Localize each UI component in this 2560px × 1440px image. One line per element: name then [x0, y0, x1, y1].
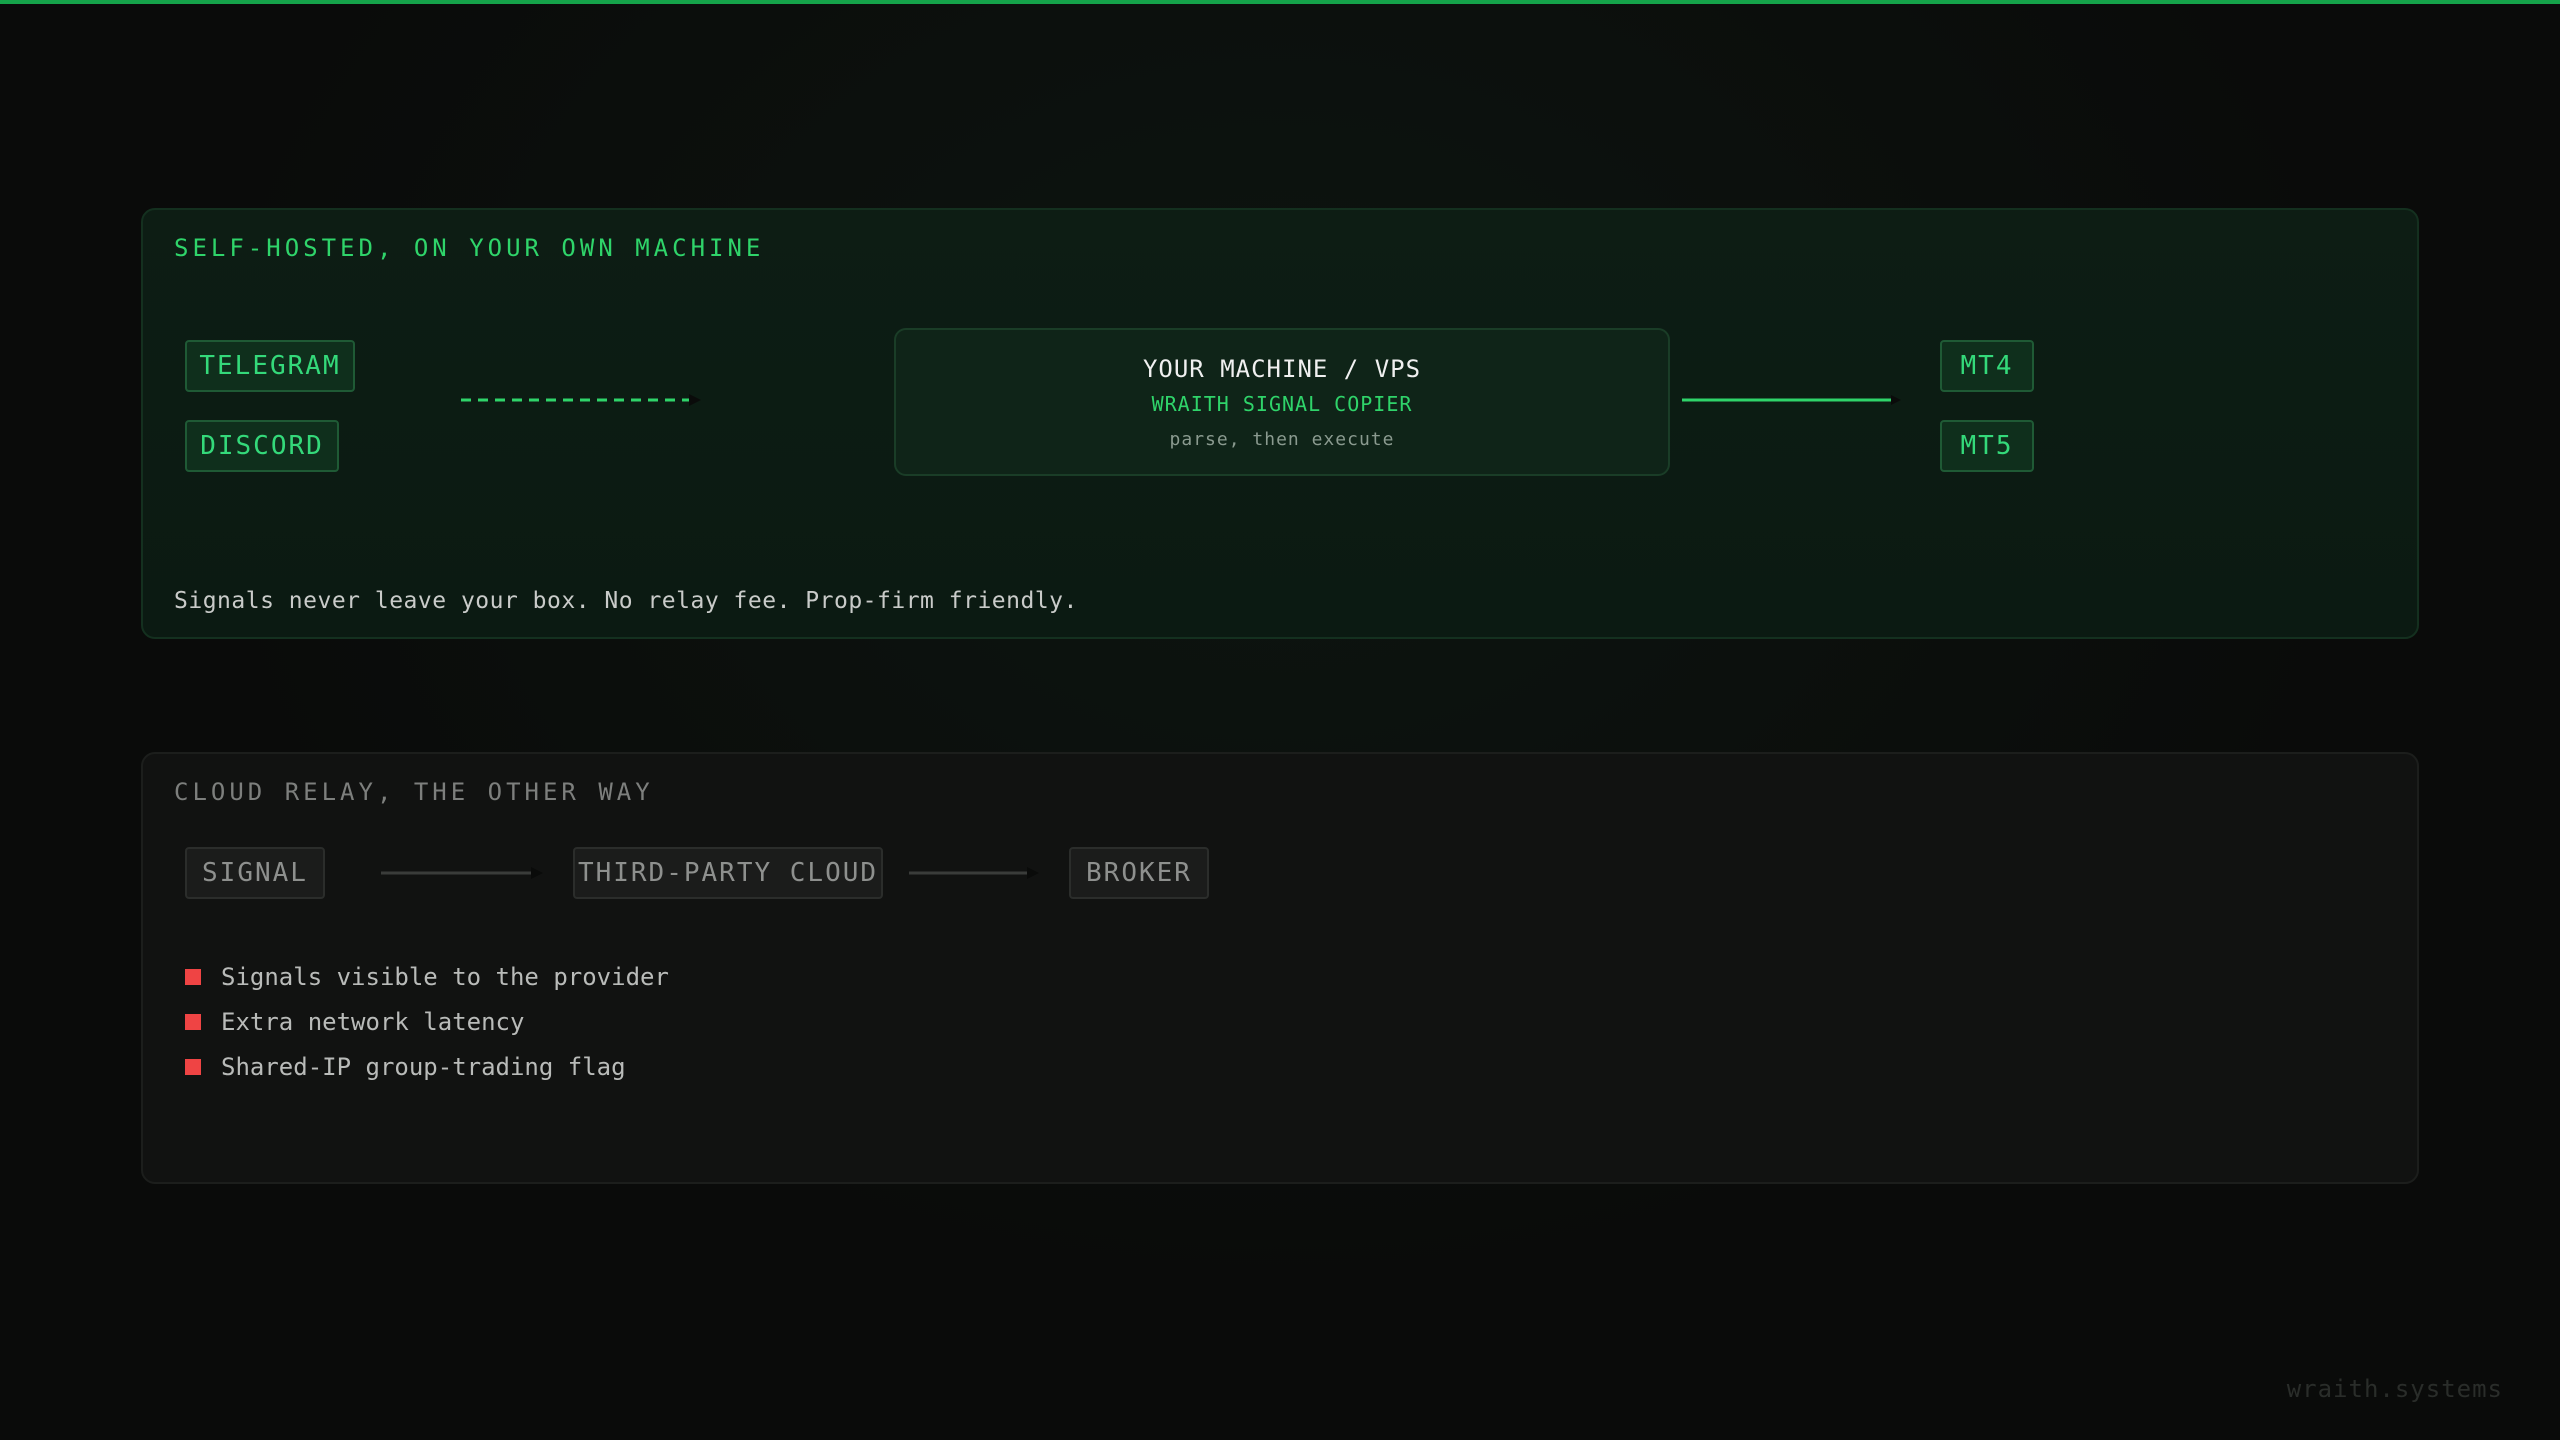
self-hosted-panel: SELF-HOSTED, ON YOUR OWN MACHINE TELEGRA…	[141, 208, 2419, 639]
drawback-text: Extra network latency	[221, 1007, 525, 1036]
drawback-text: Shared-IP group-trading flag	[221, 1052, 626, 1081]
solid-connector-out	[1682, 395, 1901, 405]
step-third-party-cloud: THIRD-PARTY CLOUD	[573, 847, 883, 899]
list-item: Signals visible to the provider	[185, 954, 669, 999]
step-broker: BROKER	[1069, 847, 1209, 899]
source-telegram: TELEGRAM	[185, 340, 355, 392]
red-square-icon	[185, 1013, 201, 1030]
list-item: Shared-IP group-trading flag	[185, 1044, 669, 1089]
step-signal: SIGNAL	[185, 847, 325, 899]
red-square-icon	[185, 1058, 201, 1075]
cloud-connector-1	[381, 867, 543, 879]
target-mt5: MT5	[1940, 420, 2034, 472]
target-mt4: MT4	[1940, 340, 2034, 392]
cloud-relay-title: CLOUD RELAY, THE OTHER WAY	[174, 778, 654, 806]
top-accent-bar	[0, 0, 2560, 4]
self-hosted-title: SELF-HOSTED, ON YOUR OWN MACHINE	[174, 234, 765, 262]
red-square-icon	[185, 968, 201, 985]
arrowhead-out	[1891, 395, 1901, 405]
self-hosted-footnote: Signals never leave your box. No relay f…	[174, 588, 1078, 614]
cloud-relay-panel: CLOUD RELAY, THE OTHER WAY SIGNAL THIRD-…	[141, 752, 2419, 1184]
cloud-arrowhead-1	[531, 867, 543, 879]
arrowhead-in	[689, 394, 701, 406]
machine-box: YOUR MACHINE / VPS WRAITH SIGNAL COPIER …	[894, 328, 1670, 476]
watermark: wraith.systems	[2286, 1375, 2503, 1403]
machine-subtitle: WRAITH SIGNAL COPIER	[1151, 392, 1413, 416]
cloud-connector-2	[909, 867, 1039, 879]
source-discord: DISCORD	[185, 420, 339, 472]
machine-note: parse, then execute	[1169, 429, 1395, 450]
cloud-arrowhead-2	[1027, 867, 1039, 879]
drawback-text: Signals visible to the provider	[221, 962, 669, 991]
list-item: Extra network latency	[185, 999, 669, 1044]
machine-title: YOUR MACHINE / VPS	[1142, 355, 1422, 383]
dashed-connector-in	[461, 394, 701, 406]
drawbacks-list: Signals visible to the provider Extra ne…	[185, 954, 669, 1089]
